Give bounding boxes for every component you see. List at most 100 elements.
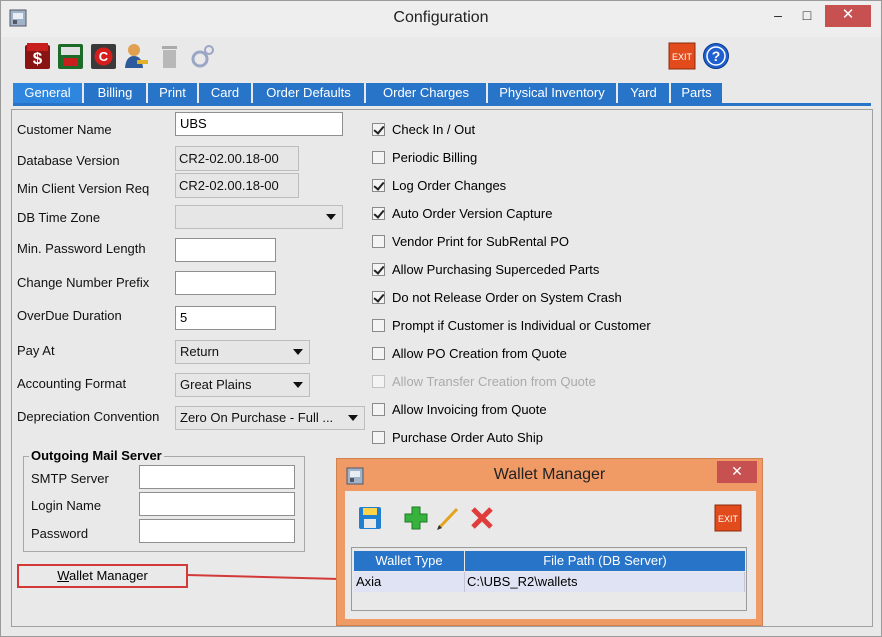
- tab-yard[interactable]: Yard: [618, 83, 670, 103]
- bill-icon: [58, 44, 83, 69]
- smtp-input[interactable]: [139, 465, 295, 489]
- tab-order-defaults[interactable]: Order Defaults: [253, 83, 365, 103]
- settings-button[interactable]: [188, 41, 217, 71]
- add-wallet-button[interactable]: [401, 503, 431, 533]
- option-checkbox[interactable]: Do not Release Order on System Crash: [372, 290, 622, 305]
- wallet-manager-dialog: Wallet Manager ✕ EXIT Wallet Type File P…: [336, 458, 763, 626]
- configuration-window: Configuration – □ ✕ $ C EXIT ? General B…: [0, 0, 882, 637]
- checkbox-unchecked-icon[interactable]: [372, 151, 385, 164]
- option-checkbox[interactable]: Purchase Order Auto Ship: [372, 430, 543, 445]
- overdue-input[interactable]: 5: [175, 306, 276, 330]
- gear-disabled-icon: [191, 45, 214, 68]
- min-password-input[interactable]: [175, 238, 276, 262]
- login-name-input[interactable]: [139, 492, 295, 516]
- checkbox-checked-icon[interactable]: [372, 123, 385, 136]
- change-prefix-input[interactable]: [175, 271, 276, 295]
- pencil-icon: [437, 507, 459, 530]
- db-version-value: CR2-02.00.18-00: [175, 146, 299, 171]
- checkbox-unchecked-icon[interactable]: [372, 403, 385, 416]
- dropdown-arrow-icon: [348, 415, 358, 421]
- maximize-button[interactable]: □: [796, 5, 818, 27]
- checkbox-checked-icon[interactable]: [372, 291, 385, 304]
- option-checkbox[interactable]: Log Order Changes: [372, 178, 506, 193]
- option-checkbox[interactable]: Allow PO Creation from Quote: [372, 346, 567, 361]
- option-checkbox-label: Allow Purchasing Superceded Parts: [392, 262, 600, 277]
- db-timezone-label: DB Time Zone: [17, 210, 101, 225]
- svg-text:C: C: [99, 49, 109, 64]
- edit-wallet-button[interactable]: [433, 503, 463, 533]
- user-key-button[interactable]: [122, 41, 151, 71]
- pal-dollar-button[interactable]: $: [23, 41, 52, 71]
- wallet-dialog-close-button[interactable]: ✕: [717, 461, 757, 483]
- plus-icon: [404, 506, 428, 530]
- c-record-icon: C: [91, 44, 116, 69]
- user-key-icon: [125, 44, 148, 68]
- tab-physical-inventory[interactable]: Physical Inventory: [488, 83, 617, 103]
- wallet-exit-button[interactable]: EXIT: [713, 503, 743, 533]
- outgoing-mail-legend: Outgoing Mail Server: [29, 448, 164, 463]
- tab-print[interactable]: Print: [148, 83, 198, 103]
- min-client-label: Min Client Version Req: [17, 181, 150, 196]
- dropdown-arrow-icon: [293, 349, 303, 355]
- checkbox-unchecked-icon[interactable]: [372, 431, 385, 444]
- wallet-manager-button[interactable]: Wallet Manager: [17, 564, 188, 588]
- bill-button[interactable]: [56, 41, 85, 71]
- checkbox-unchecked-icon[interactable]: [372, 235, 385, 248]
- depreciation-select[interactable]: Zero On Purchase - Full ...: [175, 406, 365, 430]
- option-checkbox-label: Purchase Order Auto Ship: [392, 430, 544, 445]
- min-client-value: CR2-02.00.18-00: [175, 173, 299, 198]
- checkbox-checked-icon[interactable]: [372, 207, 385, 220]
- checkbox-checked-icon[interactable]: [372, 263, 385, 276]
- min-password-label: Min. Password Length: [17, 241, 146, 256]
- wallet-manager-label: allet Manager: [69, 568, 148, 583]
- option-checkbox[interactable]: Prompt if Customer is Individual or Cust…: [372, 318, 651, 333]
- file-path-cell[interactable]: C:\UBS_R2\wallets: [465, 572, 745, 592]
- tab-parts[interactable]: Parts: [671, 83, 723, 103]
- db-timezone-select[interactable]: [175, 205, 343, 229]
- option-checkbox[interactable]: Vendor Print for SubRental PO: [372, 234, 569, 249]
- password-input[interactable]: [139, 519, 295, 543]
- exit-icon: EXIT: [714, 504, 742, 532]
- tab-underline: [13, 103, 871, 106]
- tab-order-charges[interactable]: Order Charges: [366, 83, 487, 103]
- accounting-select[interactable]: Great Plains: [175, 373, 310, 397]
- smtp-label: SMTP Server: [31, 471, 109, 486]
- checkbox-checked-icon[interactable]: [372, 179, 385, 192]
- pay-at-label: Pay At: [17, 343, 55, 358]
- trash-button[interactable]: [155, 41, 184, 71]
- option-checkbox[interactable]: Auto Order Version Capture: [372, 206, 552, 221]
- callout-arrow-icon: [187, 574, 347, 584]
- checkbox-unchecked-icon[interactable]: [372, 319, 385, 332]
- save-wallet-button[interactable]: [355, 503, 385, 533]
- wallet-table: Wallet Type File Path (DB Server) Axia C…: [351, 547, 747, 611]
- help-button[interactable]: ?: [701, 41, 730, 71]
- help-label: ?: [711, 48, 720, 64]
- tab-general[interactable]: General: [13, 83, 83, 103]
- option-checkbox[interactable]: Allow Invoicing from Quote: [372, 402, 547, 417]
- checkbox-unchecked-icon[interactable]: [372, 347, 385, 360]
- pay-at-value: Return: [180, 344, 220, 359]
- tab-card[interactable]: Card: [199, 83, 252, 103]
- close-button[interactable]: ✕: [825, 5, 871, 27]
- exit-button[interactable]: EXIT: [667, 41, 696, 71]
- customer-name-label: Customer Name: [17, 122, 112, 137]
- title-bar: Configuration – □ ✕: [1, 1, 881, 37]
- option-checkbox[interactable]: Allow Purchasing Superceded Parts: [372, 262, 599, 277]
- option-checkbox-label: Auto Order Version Capture: [392, 206, 553, 221]
- dropdown-arrow-icon: [326, 214, 336, 220]
- option-checkbox[interactable]: Periodic Billing: [372, 150, 477, 165]
- overdue-label: OverDue Duration: [17, 308, 122, 323]
- option-checkbox[interactable]: Check In / Out: [372, 122, 475, 137]
- pay-at-select[interactable]: Return: [175, 340, 310, 364]
- tab-billing[interactable]: Billing: [84, 83, 147, 103]
- delete-wallet-button[interactable]: [467, 503, 497, 533]
- wallet-dialog-body: EXIT Wallet Type File Path (DB Server) A…: [345, 491, 756, 619]
- option-checkbox-label: Allow Transfer Creation from Quote: [392, 374, 596, 389]
- wallet-type-column-header[interactable]: Wallet Type: [354, 551, 464, 571]
- wallet-type-cell[interactable]: Axia: [354, 572, 465, 592]
- file-path-column-header[interactable]: File Path (DB Server): [465, 551, 745, 571]
- c-record-button[interactable]: C: [89, 41, 118, 71]
- change-prefix-label: Change Number Prefix: [17, 275, 150, 290]
- minimize-button[interactable]: –: [767, 5, 789, 27]
- customer-name-input[interactable]: UBS: [175, 112, 343, 136]
